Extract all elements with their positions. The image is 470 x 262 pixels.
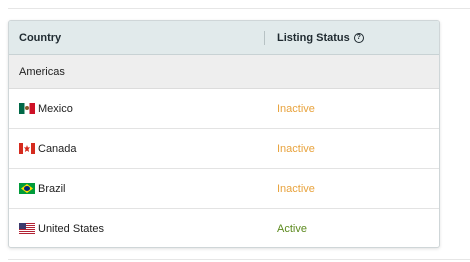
region-group-row: Americas bbox=[9, 55, 439, 89]
country-cell: Brazil bbox=[19, 169, 66, 208]
listing-status: Inactive bbox=[277, 142, 315, 155]
column-divider bbox=[264, 31, 265, 45]
united-states-flag-icon bbox=[19, 223, 35, 234]
country-cell: United States bbox=[19, 209, 105, 247]
bottom-divider bbox=[8, 259, 470, 260]
status-cell: Inactive bbox=[277, 89, 315, 128]
column-header-country[interactable]: Country bbox=[19, 32, 61, 44]
table-header: Country Listing Status ? bbox=[9, 21, 439, 55]
top-divider bbox=[8, 8, 470, 9]
column-header-listing-status-label: Listing Status bbox=[277, 31, 350, 44]
canada-flag-icon bbox=[19, 143, 35, 154]
table-row[interactable]: Mexico Inactive bbox=[9, 89, 439, 129]
table-row[interactable]: Canada Inactive bbox=[9, 129, 439, 169]
country-cell: Canada bbox=[19, 129, 77, 168]
region-group-label: Americas bbox=[19, 65, 65, 78]
listing-status: Inactive bbox=[277, 102, 315, 115]
brazil-flag-icon bbox=[19, 183, 35, 194]
listing-status-table: Country Listing Status ? Americas Mexico… bbox=[8, 20, 440, 248]
mexico-flag-icon bbox=[19, 103, 35, 114]
country-name: United States bbox=[38, 222, 105, 235]
status-cell: Active bbox=[277, 209, 307, 247]
country-name: Brazil bbox=[38, 182, 66, 195]
country-name: Canada bbox=[38, 142, 77, 155]
status-cell: Inactive bbox=[277, 169, 315, 208]
country-name: Mexico bbox=[38, 102, 73, 115]
help-icon[interactable]: ? bbox=[353, 32, 364, 43]
country-cell: Mexico bbox=[19, 89, 73, 128]
table-row[interactable]: United States Active bbox=[9, 209, 439, 247]
column-header-listing-status[interactable]: Listing Status ? bbox=[277, 32, 364, 44]
status-cell: Inactive bbox=[277, 129, 315, 168]
table-row[interactable]: Brazil Inactive bbox=[9, 169, 439, 209]
listing-status: Inactive bbox=[277, 182, 315, 195]
listing-status: Active bbox=[277, 222, 307, 235]
